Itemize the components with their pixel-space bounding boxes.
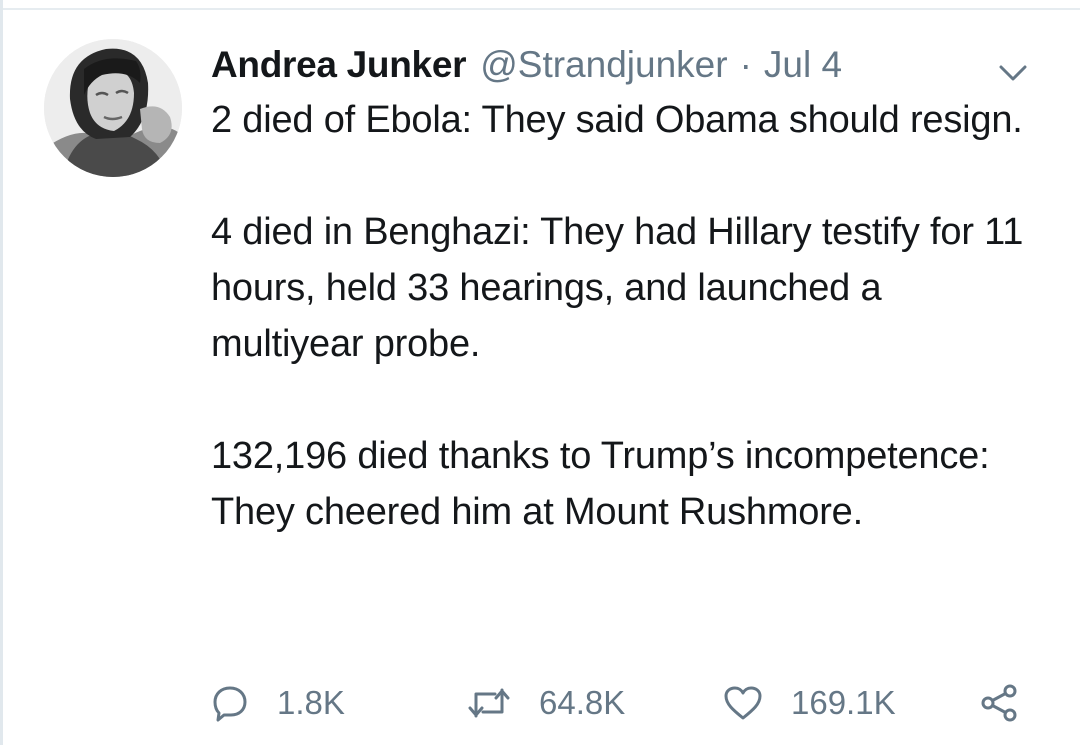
tweet-header: Andrea Junker @Strandjunker · Jul 4 <box>211 40 1041 90</box>
tweet-text: 2 died of Ebola: They said Obama should … <box>211 99 1024 533</box>
tweet[interactable]: Andrea Junker @Strandjunker · Jul 4 2 di… <box>0 10 1080 745</box>
profile-photo-icon <box>44 39 182 177</box>
chevron-down-icon[interactable] <box>997 62 1029 84</box>
reply-button[interactable]: 1.8K <box>211 675 345 731</box>
reply-count: 1.8K <box>277 684 345 721</box>
avatar[interactable] <box>44 39 182 177</box>
author-display-name[interactable]: Andrea Junker <box>211 40 467 90</box>
retweet-count: 64.8K <box>539 684 626 721</box>
tweet-content: Andrea Junker @Strandjunker · Jul 4 2 di… <box>211 40 1041 540</box>
retweet-icon <box>467 686 511 720</box>
reply-icon <box>211 684 249 722</box>
heart-icon <box>723 685 763 721</box>
meta-separator: · <box>739 44 752 85</box>
retweet-button[interactable]: 64.8K <box>467 675 625 731</box>
like-button[interactable]: 169.1K <box>723 675 896 731</box>
share-icon <box>979 683 1019 723</box>
author-handle[interactable]: @Strandjunker <box>480 40 727 90</box>
share-button[interactable] <box>979 675 1019 731</box>
like-count: 169.1K <box>791 684 896 721</box>
tweet-actions: 1.8K 64.8K 169.1K <box>211 675 1041 731</box>
tweet-date[interactable]: Jul 4 <box>764 40 842 90</box>
